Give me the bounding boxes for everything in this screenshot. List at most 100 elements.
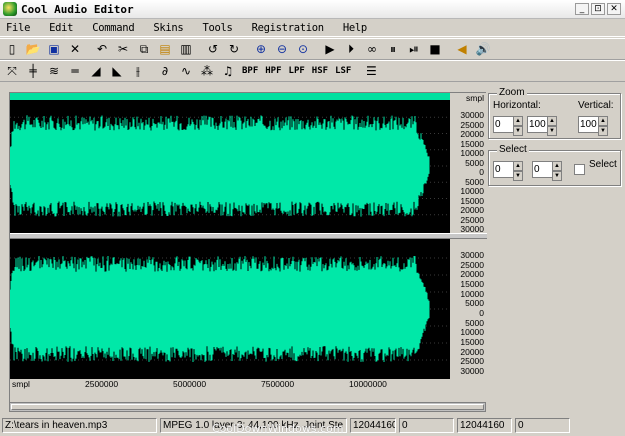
spin-up-icon[interactable]: ▲	[513, 161, 523, 171]
fade-in-icon[interactable]: ◢	[87, 62, 105, 80]
app-window: Cool Audio Editor _ ⊡ ✕ File Edit Comman…	[0, 0, 625, 436]
menu-tools[interactable]: Tools	[202, 22, 232, 34]
stop-icon[interactable]: ■	[426, 40, 444, 58]
zoom-group: Zoom Horizontal: Vertical: 0 ▲ ▼ 100 ▲ ▼ 1…	[488, 87, 621, 139]
list-icon[interactable]: ☰	[362, 62, 380, 80]
step-icon[interactable]: ⏯	[405, 40, 423, 58]
selection-ruler[interactable]	[10, 93, 450, 100]
menu-help[interactable]: Help	[343, 22, 367, 34]
status-selection-length: 0	[515, 417, 570, 433]
bpf-button[interactable]: BPF	[240, 62, 260, 80]
select-group: Select 0 ▲ ▼ 0 ▲ ▼ Select	[488, 144, 621, 186]
amplitude-tick: 10000	[460, 148, 484, 158]
amplitude-tick: 0	[479, 167, 484, 177]
menu-command[interactable]: Command	[92, 22, 134, 34]
spin-down-icon[interactable]: ▼	[598, 126, 608, 136]
new-icon[interactable]: ▯	[3, 40, 21, 58]
app-icon[interactable]	[3, 2, 17, 16]
v-zoom-spinner[interactable]: 100 ▲ ▼	[578, 116, 608, 136]
select-from-input[interactable]: 0	[493, 161, 513, 178]
fade-out-icon[interactable]: ◣	[108, 62, 126, 80]
time-tick: 5000000	[173, 379, 207, 389]
channel-left-waveform[interactable]	[10, 101, 450, 231]
silence-icon[interactable]: ═	[66, 62, 84, 80]
menu-skins[interactable]: Skins	[153, 22, 183, 34]
marker-icon[interactable]: ╪	[24, 62, 42, 80]
amplitude-tick: 10000	[460, 186, 484, 196]
amplitude-tick: 30000	[460, 224, 484, 234]
lpf-button[interactable]: LPF	[287, 62, 307, 80]
select-checkbox[interactable]	[574, 164, 585, 175]
close-button[interactable]: ✕	[607, 3, 621, 15]
undo-arrow-icon[interactable]: ↺	[204, 40, 222, 58]
h-zoom-from-input[interactable]: 0	[493, 116, 513, 133]
horizontal-scrollbar[interactable]	[9, 402, 486, 412]
play-from-icon[interactable]: ⏵	[342, 40, 360, 58]
hsf-button[interactable]: HSF	[310, 62, 330, 80]
redo-arrow-icon[interactable]: ↻	[225, 40, 243, 58]
spin-down-icon[interactable]: ▼	[547, 126, 557, 136]
select-all-icon[interactable]: ⤧	[3, 62, 21, 80]
menu-registration[interactable]: Registration	[252, 22, 325, 34]
title-bar[interactable]: Cool Audio Editor _ ⊡ ✕	[0, 0, 625, 19]
chorus-icon[interactable]: ⁂	[198, 62, 216, 80]
select-checkbox-label: Select	[589, 159, 617, 170]
window-title: Cool Audio Editor	[21, 2, 134, 16]
close-file-icon[interactable]: ✕	[66, 40, 84, 58]
select-from-spinner[interactable]: 0 ▲ ▼	[493, 161, 523, 181]
amplitude-tick: 10000	[460, 288, 484, 299]
h-zoom-to-input[interactable]: 100	[527, 116, 547, 133]
zoom-out-icon[interactable]: ⊖	[273, 40, 291, 58]
spin-up-icon[interactable]: ▲	[598, 116, 608, 126]
copy-icon[interactable]: ⧉	[135, 40, 153, 58]
amplitude-tick: 30000	[460, 366, 484, 376]
amplitude-tick: 15000	[460, 337, 484, 347]
zoom-in-icon[interactable]: ⊕	[252, 40, 270, 58]
open-icon[interactable]: 📂	[24, 40, 42, 58]
spin-down-icon[interactable]: ▼	[513, 126, 523, 136]
h-zoom-to-spinner[interactable]: 100 ▲ ▼	[527, 116, 557, 136]
menu-edit[interactable]: Edit	[49, 22, 73, 34]
reverb-icon[interactable]: ∿	[177, 62, 195, 80]
main-toolbar: ▯ 📂 ▣ ✕ ↶ ✂ ⧉ ▤ ▥ ↺ ↻ ⊕ ⊖ ⊙ ▶ ⏵ ∞ ⏸ ⏯ ■ …	[0, 38, 625, 60]
speaker-right-icon[interactable]: 🔊	[474, 40, 492, 58]
v-zoom-input[interactable]: 100	[578, 116, 598, 133]
undo-icon[interactable]: ↶	[93, 40, 111, 58]
spin-up-icon[interactable]: ▲	[513, 116, 523, 126]
pause-icon[interactable]: ⏸	[384, 40, 402, 58]
minimize-button[interactable]: _	[575, 3, 589, 15]
echo-icon[interactable]: ∂	[156, 62, 174, 80]
zoom-fit-icon[interactable]: ⊙	[294, 40, 312, 58]
paste-icon[interactable]: ▤	[156, 40, 174, 58]
select-to-input[interactable]: 0	[532, 161, 552, 178]
amplitude-tick: 5000	[465, 298, 484, 309]
normalize-icon[interactable]: ≋	[45, 62, 63, 80]
loop-icon[interactable]: ∞	[363, 40, 381, 58]
select-to-spinner[interactable]: 0 ▲ ▼	[532, 161, 562, 181]
amplitude-tick: 15000	[460, 279, 484, 289]
lsf-button[interactable]: LSF	[333, 62, 353, 80]
spin-down-icon[interactable]: ▼	[552, 171, 562, 181]
hpf-button[interactable]: HPF	[263, 62, 283, 80]
spin-down-icon[interactable]: ▼	[513, 171, 523, 181]
scrollbar-thumb[interactable]	[11, 404, 484, 410]
waveform-view[interactable]: smpl 30000 25000 20000 15000 10000 5000 0 5000 1…	[9, 92, 487, 411]
amplitude-tick: 20000	[460, 346, 484, 357]
cut-icon[interactable]: ✂	[114, 40, 132, 58]
channel-right-waveform[interactable]	[10, 241, 450, 377]
h-zoom-from-spinner[interactable]: 0 ▲ ▼	[493, 116, 523, 136]
invert-icon[interactable]: ⫲	[129, 62, 147, 80]
spin-up-icon[interactable]: ▲	[552, 161, 562, 171]
spin-up-icon[interactable]: ▲	[547, 116, 557, 126]
time-tick: 7500000	[261, 379, 295, 389]
play-icon[interactable]: ▶	[321, 40, 339, 58]
speaker-left-icon[interactable]: ◀	[453, 40, 471, 58]
amplitude-tick: 25000	[460, 259, 484, 270]
menu-file[interactable]: File	[6, 22, 30, 34]
select-group-title: Select	[497, 144, 529, 155]
save-icon[interactable]: ▣	[45, 40, 63, 58]
zoom-group-title: Zoom	[497, 87, 527, 98]
eq-icon[interactable]: ♫	[219, 62, 237, 80]
trash-icon[interactable]: ▥	[177, 40, 195, 58]
maximize-button[interactable]: ⊡	[591, 3, 605, 15]
